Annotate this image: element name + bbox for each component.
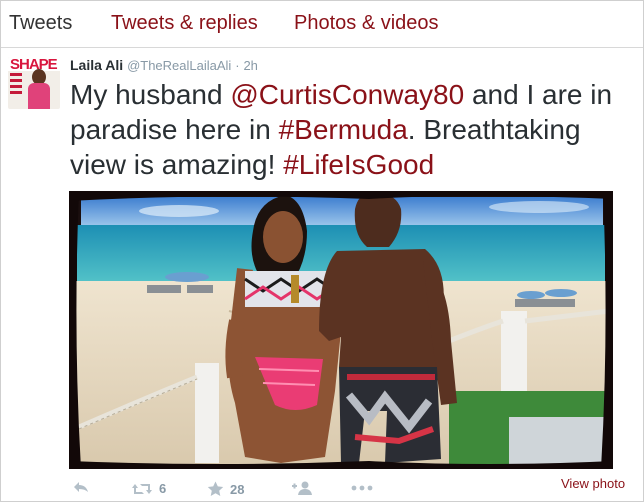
- avatar[interactable]: SHAPE: [8, 57, 60, 109]
- tweet-text-part: My husband: [70, 79, 231, 110]
- star-icon: [207, 481, 224, 496]
- hashtag-bermuda[interactable]: #Bermuda: [279, 114, 408, 145]
- mention-link[interactable]: @CurtisConway80: [230, 79, 464, 110]
- tweet-text: My husband @CurtisConway80 and I are in …: [70, 77, 635, 182]
- profile-tabs: Tweets Tweets & replies Photos & videos: [1, 1, 643, 48]
- follow-button[interactable]: [291, 481, 313, 495]
- separator-dot: ·: [235, 58, 240, 73]
- view-photo-link[interactable]: View photo: [561, 476, 625, 491]
- hashtag-lifeisgood[interactable]: #LifeIsGood: [283, 149, 434, 180]
- more-button[interactable]: [351, 485, 373, 491]
- favorite-count: 28: [230, 481, 245, 497]
- author-name[interactable]: Laila Ali: [70, 57, 123, 73]
- add-user-icon: [292, 481, 312, 495]
- more-icon: [351, 485, 373, 491]
- tweet-header: Laila Ali @TheRealLailaAli · 2h: [70, 57, 258, 73]
- tab-tweets-replies[interactable]: Tweets & replies: [111, 12, 258, 35]
- favorite-button[interactable]: 28: [207, 481, 244, 497]
- reply-icon: [74, 482, 88, 492]
- tweet-timestamp[interactable]: 2h: [243, 58, 257, 73]
- tab-photos-videos[interactable]: Photos & videos: [294, 12, 439, 35]
- tweet-photo[interactable]: [69, 191, 613, 469]
- tweet-card: Tweets Tweets & replies Photos & videos …: [0, 0, 644, 502]
- retweet-count: 6: [159, 481, 167, 496]
- author-handle[interactable]: @TheRealLailaAli: [127, 58, 231, 73]
- reply-button[interactable]: [73, 481, 89, 493]
- tab-tweets[interactable]: Tweets: [9, 12, 72, 35]
- retweet-icon: [132, 483, 152, 494]
- avatar-figure-body: [28, 83, 50, 109]
- avatar-cover-lines: [10, 73, 22, 103]
- beach-photo-image: [69, 191, 613, 469]
- retweet-button[interactable]: 6: [131, 481, 166, 496]
- tweet-actions: 6 28: [69, 481, 389, 501]
